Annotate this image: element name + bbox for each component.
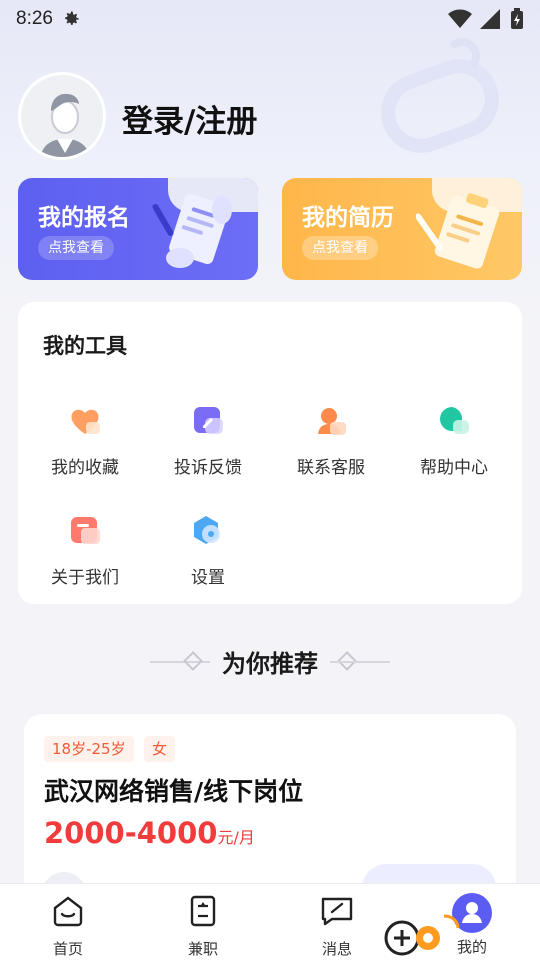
my-signups-view-button[interactable]: 点我查看 [38, 236, 114, 260]
about-icon [71, 517, 100, 544]
tool-favorites[interactable]: 我的收藏 [25, 404, 145, 478]
job-title: 武汉网络销售/线下岗位 [44, 777, 304, 806]
status-icons [448, 8, 524, 30]
avatar[interactable] [18, 72, 106, 160]
scroll-document-icon [152, 193, 232, 268]
part-time-icon [190, 895, 216, 927]
tool-label: 关于我们 [51, 568, 119, 588]
my-signups-title: 我的报名 [38, 205, 130, 231]
my-tools-title: 我的工具 [43, 334, 127, 358]
nav-part-time[interactable]: 兼职 [163, 894, 243, 959]
tool-customer-service[interactable]: 联系客服 [271, 404, 391, 478]
tool-about-us[interactable]: 关于我们 [25, 514, 145, 588]
help-chat-icon [440, 407, 469, 434]
battery-icon [511, 8, 523, 29]
settings-status-icon [65, 11, 79, 25]
recommend-heading: 为你推荐 [222, 650, 318, 678]
my-tools-panel: 我的工具 我的收藏 投诉反馈 联系客服 帮助中心 关于我们 设置 [18, 302, 522, 604]
watermark-logo [384, 914, 460, 956]
home-icon [53, 896, 83, 927]
my-resume-card[interactable]: 我的简历 点我查看 [282, 178, 522, 280]
my-resume-view-button[interactable]: 点我查看 [302, 236, 378, 260]
status-bar: 8:26 [0, 0, 540, 38]
clipboard-icon [416, 193, 500, 269]
settings-icon [194, 516, 220, 544]
salary-range: 2000-4000 [44, 816, 218, 850]
nav-label: 消息 [321, 940, 352, 958]
decorative-arc [444, 38, 480, 74]
divider-line [330, 661, 390, 663]
tool-settings[interactable]: 设置 [148, 514, 268, 588]
my-signups-card[interactable]: 我的报名 点我查看 [18, 178, 258, 280]
nav-messages[interactable]: 消息 [297, 894, 377, 959]
signal-icon [480, 9, 500, 29]
job-salary: 2000-4000元/月 [44, 816, 255, 850]
support-icon [318, 408, 346, 435]
tool-help-center[interactable]: 帮助中心 [394, 404, 514, 478]
job-tag-gender: 女 [144, 736, 176, 762]
tool-feedback[interactable]: 投诉反馈 [148, 404, 268, 478]
login-register-link[interactable]: 登录/注册 [122, 96, 257, 141]
message-icon [321, 897, 353, 926]
wifi-icon [448, 9, 472, 28]
tool-label: 投诉反馈 [174, 458, 242, 478]
nav-label: 兼职 [187, 940, 218, 958]
feedback-icon [194, 407, 223, 434]
nav-label: 首页 [52, 940, 83, 958]
nav-home[interactable]: 首页 [28, 894, 108, 959]
heart-icon [71, 409, 100, 434]
tool-label: 设置 [191, 568, 225, 588]
my-resume-title: 我的简历 [302, 205, 394, 231]
job-tag-age: 18岁-25岁 [44, 736, 134, 762]
salary-unit: 元/月 [217, 828, 255, 847]
tool-label: 帮助中心 [420, 458, 488, 478]
status-time: 8:26 [16, 8, 53, 29]
tool-label: 我的收藏 [51, 458, 119, 478]
tool-label: 联系客服 [297, 458, 365, 478]
